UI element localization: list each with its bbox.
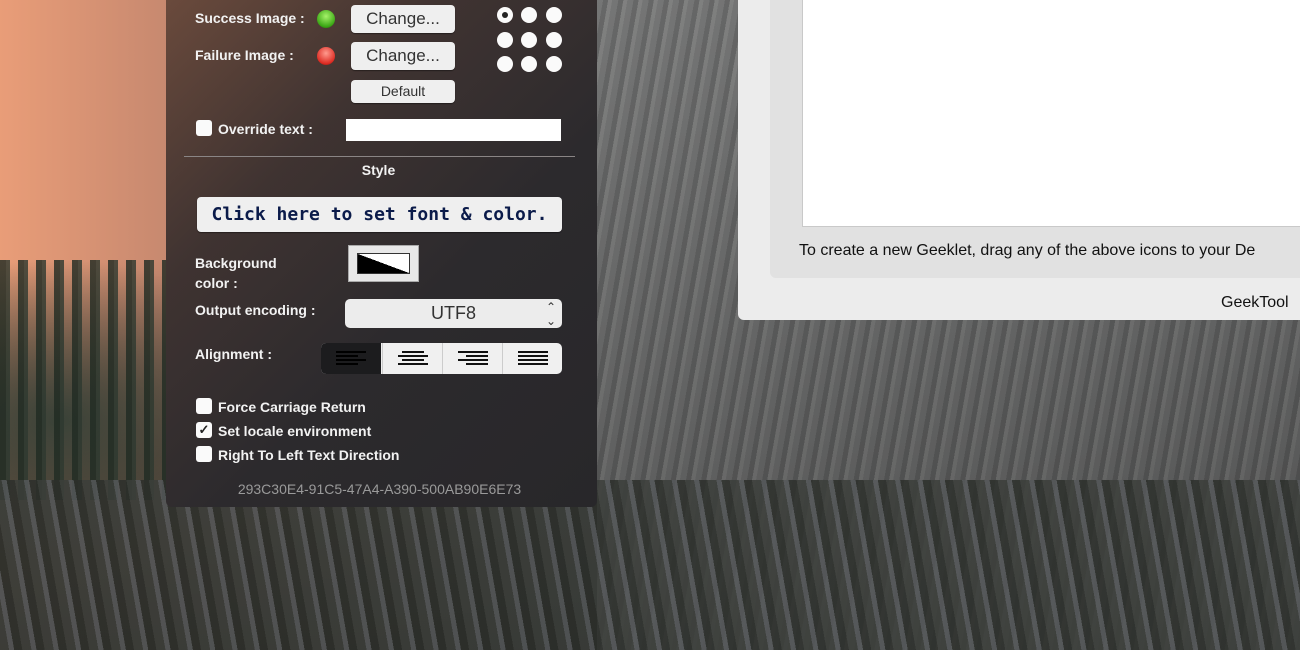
change-success-image-button[interactable]: Change...	[351, 5, 455, 33]
position-radio-middle-left[interactable]	[497, 32, 513, 48]
font-color-button[interactable]: Click here to set font & color.	[197, 197, 562, 232]
up-down-chevron-icon: ⌃ ⌄	[545, 300, 556, 328]
bg-label-line1: Background	[195, 255, 277, 271]
position-radio-middle-center[interactable]	[521, 32, 537, 48]
align-justify-segment[interactable]	[502, 343, 562, 374]
geektool-footer-label: GeekTool	[1221, 294, 1289, 311]
position-radio-bottom-center[interactable]	[521, 56, 537, 72]
rtl-checkbox[interactable]	[196, 446, 212, 462]
override-text-input[interactable]	[346, 119, 561, 141]
radio-selected-dot	[502, 12, 508, 18]
encoding-value: UTF8	[431, 303, 476, 323]
bg-label-line2: color :	[195, 275, 238, 291]
align-justify-icon	[517, 350, 548, 365]
position-radio-middle-right[interactable]	[546, 32, 562, 48]
geeklet-palette-box: To create a new Geeklet, drag any of the…	[770, 0, 1300, 278]
geeklet-hint-text: To create a new Geeklet, drag any of the…	[799, 242, 1256, 259]
align-right-segment[interactable]	[442, 343, 502, 374]
background-color-label: Background color :	[195, 253, 277, 293]
success-image-label: Success Image :	[195, 10, 305, 26]
geektool-window: To create a new Geeklet, drag any of the…	[738, 0, 1300, 320]
success-image-icon	[317, 10, 335, 28]
geeklet-list-area	[802, 0, 1300, 227]
set-locale-label: Set locale environment	[218, 423, 372, 439]
override-text-checkbox[interactable]	[196, 120, 212, 136]
position-radio-bottom-left[interactable]	[497, 56, 513, 72]
force-carriage-return-checkbox[interactable]	[196, 398, 212, 414]
style-heading: Style	[361, 162, 396, 178]
wallpaper-trees	[0, 260, 166, 500]
override-text-label: Override text :	[218, 121, 313, 137]
rtl-label: Right To Left Text Direction	[218, 447, 400, 463]
divider	[184, 156, 575, 157]
failure-image-icon	[317, 47, 335, 65]
align-center-segment[interactable]	[382, 343, 442, 374]
alignment-label: Alignment :	[195, 346, 272, 362]
geeklet-uuid: 293C30E4-91C5-47A4-A390-500AB90E6E73	[237, 481, 522, 497]
align-left-segment[interactable]	[321, 343, 381, 374]
color-swatch	[357, 253, 410, 274]
align-left-icon	[336, 350, 366, 365]
alignment-segmented-control	[321, 343, 562, 374]
default-image-button[interactable]: Default	[351, 80, 455, 103]
output-encoding-label: Output encoding :	[195, 302, 316, 318]
set-locale-checkbox[interactable]: ✓	[196, 422, 212, 438]
encoding-select[interactable]: UTF8 ⌃ ⌄	[345, 299, 562, 328]
geeklet-inspector-panel: Success Image : Failure Image : Change..…	[166, 0, 597, 507]
position-radio-top-center[interactable]	[521, 7, 537, 23]
align-center-icon	[397, 350, 428, 365]
position-radio-top-right[interactable]	[546, 7, 562, 23]
force-carriage-return-label: Force Carriage Return	[218, 399, 366, 415]
position-radio-bottom-right[interactable]	[546, 56, 562, 72]
failure-image-label: Failure Image :	[195, 47, 294, 63]
change-failure-image-button[interactable]: Change...	[351, 42, 455, 70]
background-color-well[interactable]	[348, 245, 419, 282]
position-radio-top-left[interactable]	[497, 7, 513, 23]
align-right-icon	[457, 350, 488, 365]
